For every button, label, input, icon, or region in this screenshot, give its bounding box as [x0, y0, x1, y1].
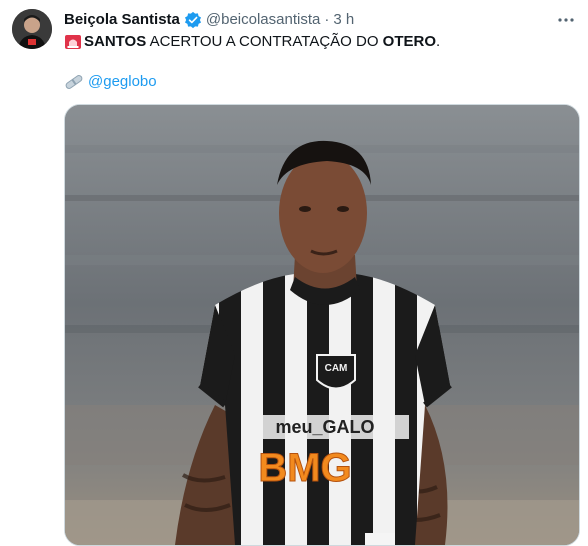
text-bold-santos: SANTOS — [84, 33, 147, 50]
timestamp[interactable]: 3 h — [333, 10, 354, 30]
tweet[interactable]: Beiçola Santista @beicolasantista · 3 h … — [0, 0, 588, 546]
tweet-image[interactable]: CAM meu_GALO BMG — [64, 104, 580, 546]
text-period: . — [436, 33, 441, 50]
display-name[interactable]: Beiçola Santista — [64, 10, 180, 30]
crest-text: CAM — [325, 363, 348, 374]
separator-dot: · — [324, 11, 330, 28]
text-body: ACERTOU A CONTRATAÇÃO DO — [146, 33, 383, 50]
paperclip-link-icon — [64, 73, 84, 91]
brand-text: BMG — [258, 446, 351, 490]
tweet-header: Beiçola Santista @beicolasantista · 3 h — [64, 10, 354, 30]
verified-badge-icon — [184, 11, 202, 29]
more-options-icon[interactable] — [556, 10, 576, 30]
user-handle[interactable]: @beicolasantista — [206, 10, 320, 30]
tweet-text: SANTOS ACERTOU A CONTRATAÇÃO DO OTERO . — [64, 32, 440, 52]
mention-link[interactable]: @geglobo — [88, 72, 157, 92]
siren-emoji-icon — [64, 33, 82, 51]
text-bold-otero: OTERO — [382, 33, 437, 50]
source-line: @geglobo — [64, 72, 157, 92]
avatar[interactable] — [12, 9, 52, 49]
sponsor-text: meu_GALO — [275, 417, 374, 437]
